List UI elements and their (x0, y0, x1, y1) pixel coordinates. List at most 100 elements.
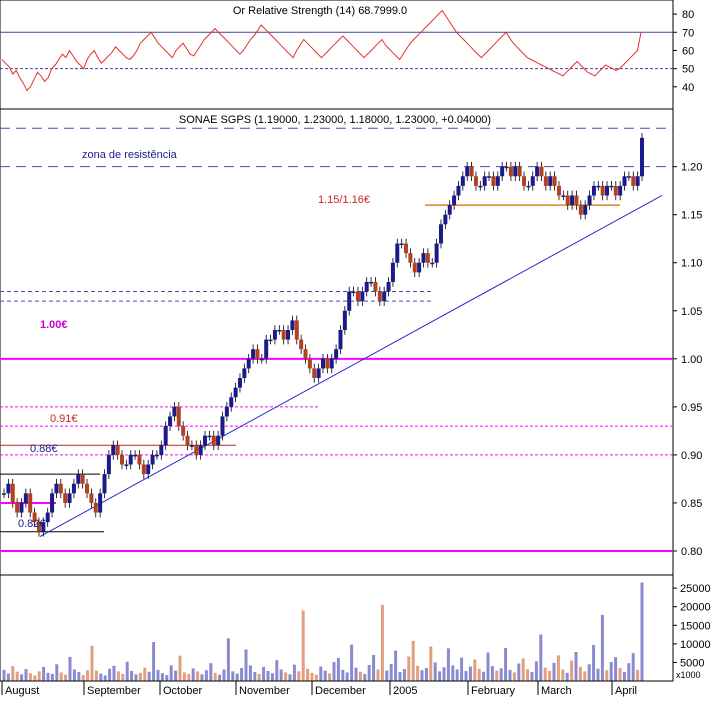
price-candle (583, 205, 588, 215)
volume-bar (218, 674, 222, 681)
chart-svg: Or Relative Strength (14) 68.7999.0 80 70… (0, 0, 711, 697)
price-candle (242, 368, 247, 379)
volume-bar (583, 671, 587, 681)
annotation-level-082: 0.82€ (18, 518, 46, 530)
rsi-axis-ticks: 80 70 60 50 40 (673, 9, 694, 94)
volume-bar (363, 673, 367, 681)
price-candle (28, 493, 33, 513)
price-candle (23, 493, 28, 503)
price-candle (255, 349, 260, 359)
volume-bar (262, 666, 266, 681)
rsi-tick-label: 40 (682, 82, 694, 94)
volume-bar (266, 670, 270, 681)
price-candle (434, 243, 439, 263)
volume-bar (552, 662, 556, 681)
volume-bar (350, 644, 354, 681)
volume-bar (191, 668, 195, 681)
price-candle (600, 185, 605, 196)
volume-bar (204, 670, 208, 681)
price-candle (469, 166, 474, 177)
price-candle (216, 435, 221, 446)
price-candle (141, 464, 146, 475)
volume-bar (376, 669, 380, 681)
price-candle (181, 426, 186, 436)
price-candle (321, 358, 325, 369)
rsi-tick-label: 70 (682, 27, 694, 39)
volume-bar (319, 666, 323, 681)
price-candle (189, 445, 194, 447)
price-candle (194, 445, 199, 455)
price-candle (452, 195, 457, 206)
volume-bar (116, 671, 120, 681)
price-candle (482, 176, 487, 186)
price-candle (473, 176, 478, 186)
volume-bar (90, 645, 94, 681)
price-tick-label: 1.00 (681, 354, 702, 366)
volume-bar (627, 663, 631, 681)
volume-bar (306, 668, 310, 681)
price-candle (203, 435, 208, 446)
volume-bar (504, 647, 508, 681)
volume-bar (486, 652, 490, 681)
price-candle (622, 176, 627, 186)
volume-bar (37, 671, 41, 681)
volume-bar (275, 660, 279, 681)
price-candle (119, 454, 124, 465)
volume-bar (407, 656, 411, 681)
volume-bar (389, 663, 393, 681)
price-candle (355, 291, 360, 302)
price-candle (517, 166, 522, 177)
volume-bar (614, 657, 618, 681)
price-candle (246, 358, 251, 369)
volume-bar (429, 646, 433, 681)
price-candle (640, 137, 644, 177)
price-candle (513, 166, 518, 177)
price-candle (128, 454, 133, 465)
volume-axis-ticks: 25000 20000 15000 10000 5000 (673, 583, 711, 669)
price-candle (76, 474, 81, 484)
volume-bar (240, 668, 244, 681)
price-tick-label: 1.15 (681, 210, 702, 222)
price-candle (224, 406, 229, 417)
price-candle (347, 291, 352, 311)
price-candle (106, 454, 111, 475)
volume-bar (587, 664, 591, 681)
volume-bar (420, 670, 424, 681)
price-candle (259, 358, 264, 361)
price-candle (154, 454, 159, 457)
price-candle (478, 185, 483, 188)
volume-bar (605, 670, 609, 681)
price-candle (10, 483, 15, 503)
volume-bar (235, 673, 239, 681)
price-candle (207, 435, 212, 438)
price-candle (93, 502, 98, 513)
volume-bar (138, 672, 142, 681)
month-label: March (541, 685, 572, 697)
price-candle (570, 195, 575, 206)
volume-bar (11, 666, 15, 681)
volume-bar (86, 670, 90, 681)
volume-bar (600, 614, 604, 681)
volume-bar (314, 674, 318, 681)
volume-bar (446, 648, 450, 681)
price-candle (609, 185, 614, 188)
volume-bar (460, 657, 464, 681)
volume-bar (495, 670, 499, 681)
price-candle (137, 454, 142, 465)
volume-bar (301, 610, 305, 681)
rsi-tick-label: 50 (682, 64, 694, 76)
volume-bar (24, 669, 28, 681)
volume-bar (292, 664, 296, 681)
price-tick-label: 1.20 (681, 162, 702, 174)
volume-bar (411, 640, 415, 681)
volume-bar (548, 670, 552, 681)
price-candle (159, 445, 164, 455)
price-candle (146, 464, 151, 475)
volume-bar (578, 666, 582, 681)
price-candle (124, 464, 129, 467)
volume-bar (33, 675, 37, 681)
volume-bar (398, 672, 402, 681)
volume-bar (517, 663, 521, 681)
price-candle (500, 166, 505, 177)
price-candle (277, 329, 282, 332)
